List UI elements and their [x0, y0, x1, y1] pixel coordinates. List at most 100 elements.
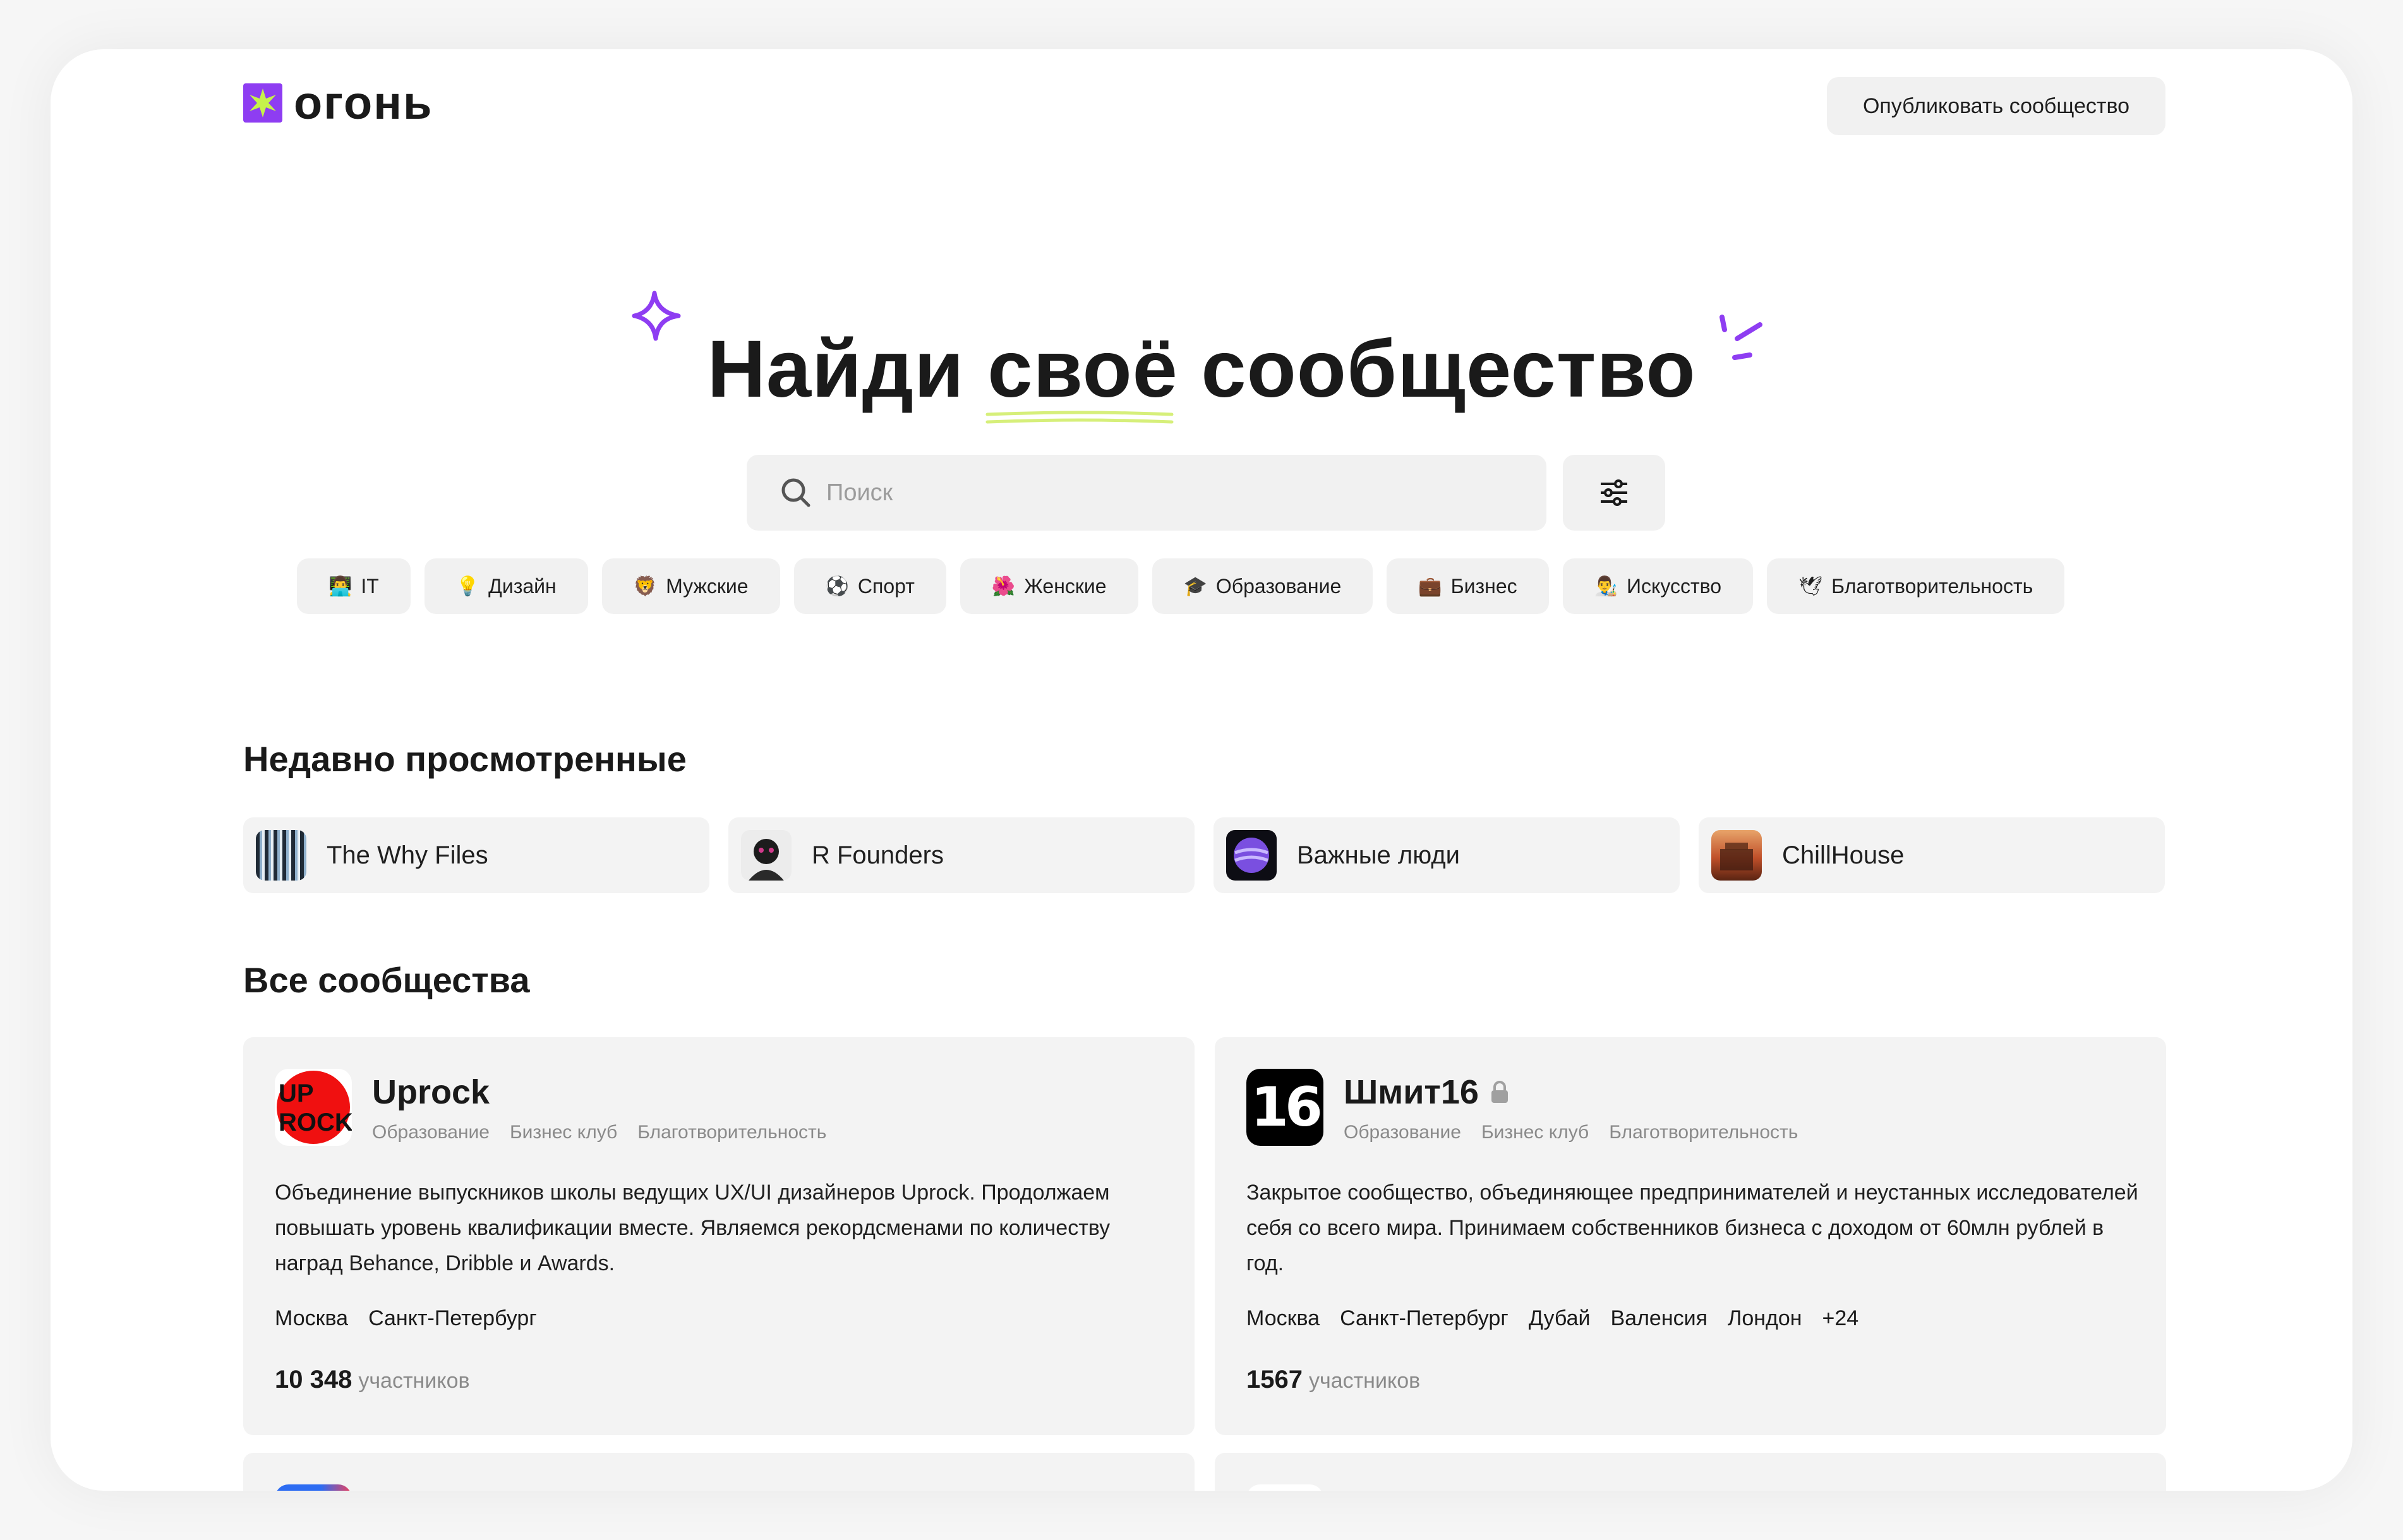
community-card[interactable] — [243, 1453, 1195, 1491]
recent-item[interactable]: R Founders — [728, 817, 1195, 893]
logo-text: огонь — [294, 76, 433, 129]
chip-charity[interactable]: 🕊 Благотворительность — [1767, 558, 2065, 614]
chip-label: Дизайн — [488, 574, 557, 598]
category-chips: 👨‍💻 IT 💡 Дизайн 🦁 Мужские ⚽ Спорт 🌺 Женские 🎓… — [297, 558, 2065, 614]
community-logo: 16 — [1246, 1069, 1323, 1146]
chip-it[interactable]: 👨‍💻 IT — [297, 558, 411, 614]
city: Санкт-Петербург — [368, 1306, 537, 1330]
community-card[interactable]: UP ROCK Uprock Образование Бизнес клуб Б… — [243, 1037, 1195, 1435]
tag[interactable]: Благотворительность — [1609, 1122, 1798, 1143]
members-count: 10 348 — [275, 1366, 352, 1393]
community-name: Uprock — [372, 1073, 490, 1112]
recent-item[interactable]: ChillHouse — [1699, 817, 2165, 893]
city: Лондон — [1728, 1306, 1802, 1330]
community-tags: Образование Бизнес клуб Благотворительно… — [372, 1122, 826, 1143]
chip-label: Спорт — [857, 574, 915, 598]
chip-women[interactable]: 🌺 Женские — [960, 558, 1138, 614]
chip-label: Образование — [1215, 574, 1342, 598]
community-cities: Москва Санкт-Петербург — [275, 1306, 537, 1331]
filters-button[interactable] — [1563, 455, 1665, 531]
all-section-title: Все сообщества — [243, 960, 530, 1000]
community-logo: UP ROCK — [275, 1069, 352, 1146]
logo[interactable]: огонь — [243, 80, 433, 126]
recent-item-name: Важные люди — [1297, 841, 1460, 869]
chip-business[interactable]: 💼 Бизнес — [1387, 558, 1549, 614]
chip-emoji-icon: 💡 — [455, 575, 480, 598]
hero-title-end: сообщество — [1177, 324, 1696, 414]
city: Москва — [1246, 1306, 1320, 1330]
chip-emoji-icon: 💼 — [1418, 575, 1442, 598]
chip-emoji-icon: 👨‍🎨 — [1594, 575, 1618, 598]
chip-emoji-icon: 🕊 — [1798, 575, 1823, 598]
chip-label: Благотворительность — [1831, 574, 2033, 598]
highlight-underline — [985, 411, 1174, 424]
members-label: участников — [358, 1369, 470, 1393]
community-cities: Москва Санкт-Петербург Дубай Валенсия Ло… — [1246, 1306, 1858, 1331]
more-cities[interactable]: +24 — [1822, 1306, 1859, 1331]
community-thumbnail — [256, 830, 306, 881]
chip-label: IT — [361, 574, 379, 598]
logo-star-icon — [243, 83, 282, 123]
chip-art[interactable]: 👨‍🎨 Искусство — [1562, 558, 1754, 614]
chip-label: Искусство — [1626, 574, 1722, 598]
publish-community-button[interactable]: Опубликовать сообщество — [1827, 77, 2165, 135]
chip-label: Женские — [1024, 574, 1107, 598]
search-icon — [780, 476, 812, 509]
community-description: Объединение выпускников школы ведущих UX… — [275, 1181, 1111, 1275]
city: Дубай — [1528, 1306, 1591, 1330]
community-thumbnail — [1711, 830, 1762, 881]
chip-label: Мужские — [666, 574, 749, 598]
community-card[interactable] — [1215, 1453, 2166, 1491]
search-input[interactable]: Поиск — [747, 455, 1546, 531]
search-placeholder: Поиск — [826, 479, 893, 506]
community-name-text: Шмит16 — [1344, 1073, 1479, 1111]
city: Валенсия — [1610, 1306, 1707, 1330]
recent-item-name: R Founders — [812, 841, 944, 869]
lock-icon — [1491, 1081, 1508, 1103]
sliders-icon — [1601, 479, 1627, 506]
tag[interactable]: Бизнес клуб — [1481, 1122, 1589, 1143]
tag[interactable]: Благотворительность — [637, 1122, 826, 1143]
chip-emoji-icon: ⚽ — [825, 575, 849, 598]
members-count: 1567 — [1246, 1366, 1303, 1393]
members-label: участников — [1308, 1369, 1421, 1393]
recent-list: The Why Files R Founders Важные люди Chi… — [243, 817, 2165, 893]
community-name: Шмит16 — [1344, 1073, 1509, 1112]
chip-label: Бизнес — [1450, 574, 1517, 598]
community-logo — [1246, 1484, 1323, 1491]
logo-lettering: 16 — [1251, 1076, 1323, 1139]
community-logo — [275, 1484, 352, 1491]
community-name-text: Uprock — [372, 1073, 490, 1111]
hero-title-start: Найди — [707, 324, 988, 414]
chip-design[interactable]: 💡 Дизайн — [424, 558, 588, 614]
community-thumbnail — [741, 830, 792, 881]
hero-title-highlight-text: своё — [987, 324, 1178, 414]
chip-emoji-icon: 👨‍💻 — [328, 575, 352, 598]
recent-item-name: ChillHouse — [1782, 841, 1905, 869]
recent-item[interactable]: The Why Files — [243, 817, 709, 893]
community-thumbnail — [1226, 830, 1277, 881]
tag[interactable]: Бизнес клуб — [510, 1122, 617, 1143]
chip-men[interactable]: 🦁 Мужские — [601, 558, 780, 614]
community-card[interactable]: 16 Шмит16 Образование Бизнес клуб Благот… — [1215, 1037, 2166, 1435]
chip-sport[interactable]: ⚽ Спорт — [793, 558, 946, 614]
logo-lettering: ROCK — [279, 1109, 352, 1136]
community-members: 10 348 участников — [275, 1366, 470, 1394]
logo-lettering: UP — [279, 1080, 314, 1107]
city: Москва — [275, 1306, 349, 1330]
hero: Найди своё сообщество — [51, 321, 2352, 424]
chip-emoji-icon: 🎓 — [1183, 575, 1207, 598]
hero-title-highlight: своё — [985, 321, 1178, 424]
recent-section-title: Недавно просмотренные — [243, 739, 687, 779]
tag[interactable]: Образование — [372, 1122, 490, 1143]
recent-item[interactable]: Важные люди — [1214, 817, 1680, 893]
hero-title: Найди своё сообщество — [51, 321, 2352, 424]
community-description: Закрытое сообщество, объединяющее предпр… — [1246, 1181, 2138, 1275]
page-frame: огонь Опубликовать сообщество Найди своё… — [51, 49, 2352, 1491]
chip-education[interactable]: 🎓 Образование — [1152, 558, 1373, 614]
chip-emoji-icon: 🌺 — [991, 575, 1016, 598]
community-members: 1567 участников — [1246, 1366, 1420, 1394]
recent-item-name: The Why Files — [327, 841, 488, 869]
tag[interactable]: Образование — [1344, 1122, 1461, 1143]
city: Санкт-Петербург — [1340, 1306, 1509, 1330]
